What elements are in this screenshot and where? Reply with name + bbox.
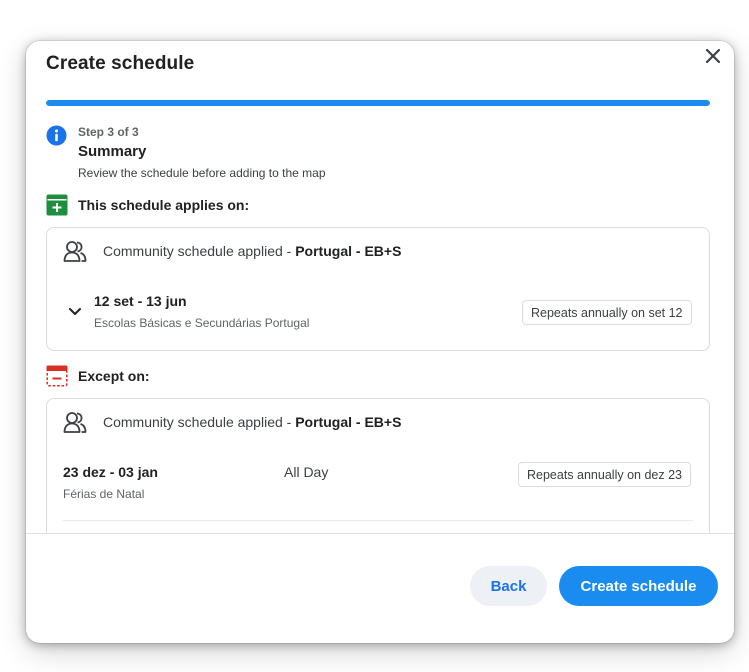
except-card: Community schedule applied - Portugal - … — [46, 398, 710, 533]
community-row: Community schedule applied - Portugal - … — [63, 411, 401, 433]
community-schedule-text: Community schedule applied - Portugal - … — [103, 414, 402, 430]
create-schedule-button[interactable]: Create schedule — [559, 566, 718, 606]
community-icon — [63, 241, 87, 262]
community-row: Community schedule applied - Portugal - … — [63, 240, 401, 262]
step-description: Review the schedule before adding to the… — [78, 166, 326, 180]
except-repeat-badge: Repeats annually on dez 23 — [518, 462, 691, 487]
community-name: Portugal - EB+S — [295, 414, 402, 430]
step-counter: Step 3 of 3 — [78, 125, 139, 139]
close-button[interactable] — [702, 45, 724, 67]
calendar-plus-icon — [46, 194, 68, 216]
applies-section-header: This schedule applies on: — [46, 194, 249, 216]
except-date-range: 23 dez - 03 jan — [63, 464, 158, 480]
dialog-content[interactable]: Step 3 of 3 Summary Review the schedule … — [26, 115, 734, 533]
except-label: Except on: — [78, 368, 150, 384]
except-section-header: Except on: — [46, 365, 150, 387]
info-icon — [46, 125, 67, 146]
community-schedule-text: Community schedule applied - Portugal - … — [103, 243, 402, 259]
dialog-title: Create schedule — [46, 53, 195, 74]
except-schedule-name: Férias de Natal — [63, 487, 145, 501]
row-divider — [63, 520, 693, 521]
except-time-label: All Day — [284, 464, 329, 480]
back-button[interactable]: Back — [470, 566, 547, 606]
applies-card: Community schedule applied - Portugal - … — [46, 227, 710, 351]
applies-repeat-badge: Repeats annually on set 12 — [522, 300, 692, 325]
step-title: Summary — [78, 143, 147, 160]
chevron-down-icon[interactable] — [69, 308, 81, 316]
applies-schedule-name: Escolas Básicas e Secundárias Portugal — [94, 316, 310, 330]
community-icon — [63, 412, 87, 433]
applies-label: This schedule applies on: — [78, 197, 250, 213]
community-name: Portugal - EB+S — [295, 243, 402, 259]
footer-divider — [26, 533, 734, 534]
progress-bar — [46, 100, 710, 106]
progress-fill — [46, 100, 710, 106]
calendar-minus-icon — [46, 365, 68, 387]
applies-date-range: 12 set - 13 jun — [94, 293, 187, 309]
create-schedule-dialog: Create schedule Step 3 of 3 Summary Revi… — [26, 41, 734, 643]
close-icon — [705, 48, 721, 64]
